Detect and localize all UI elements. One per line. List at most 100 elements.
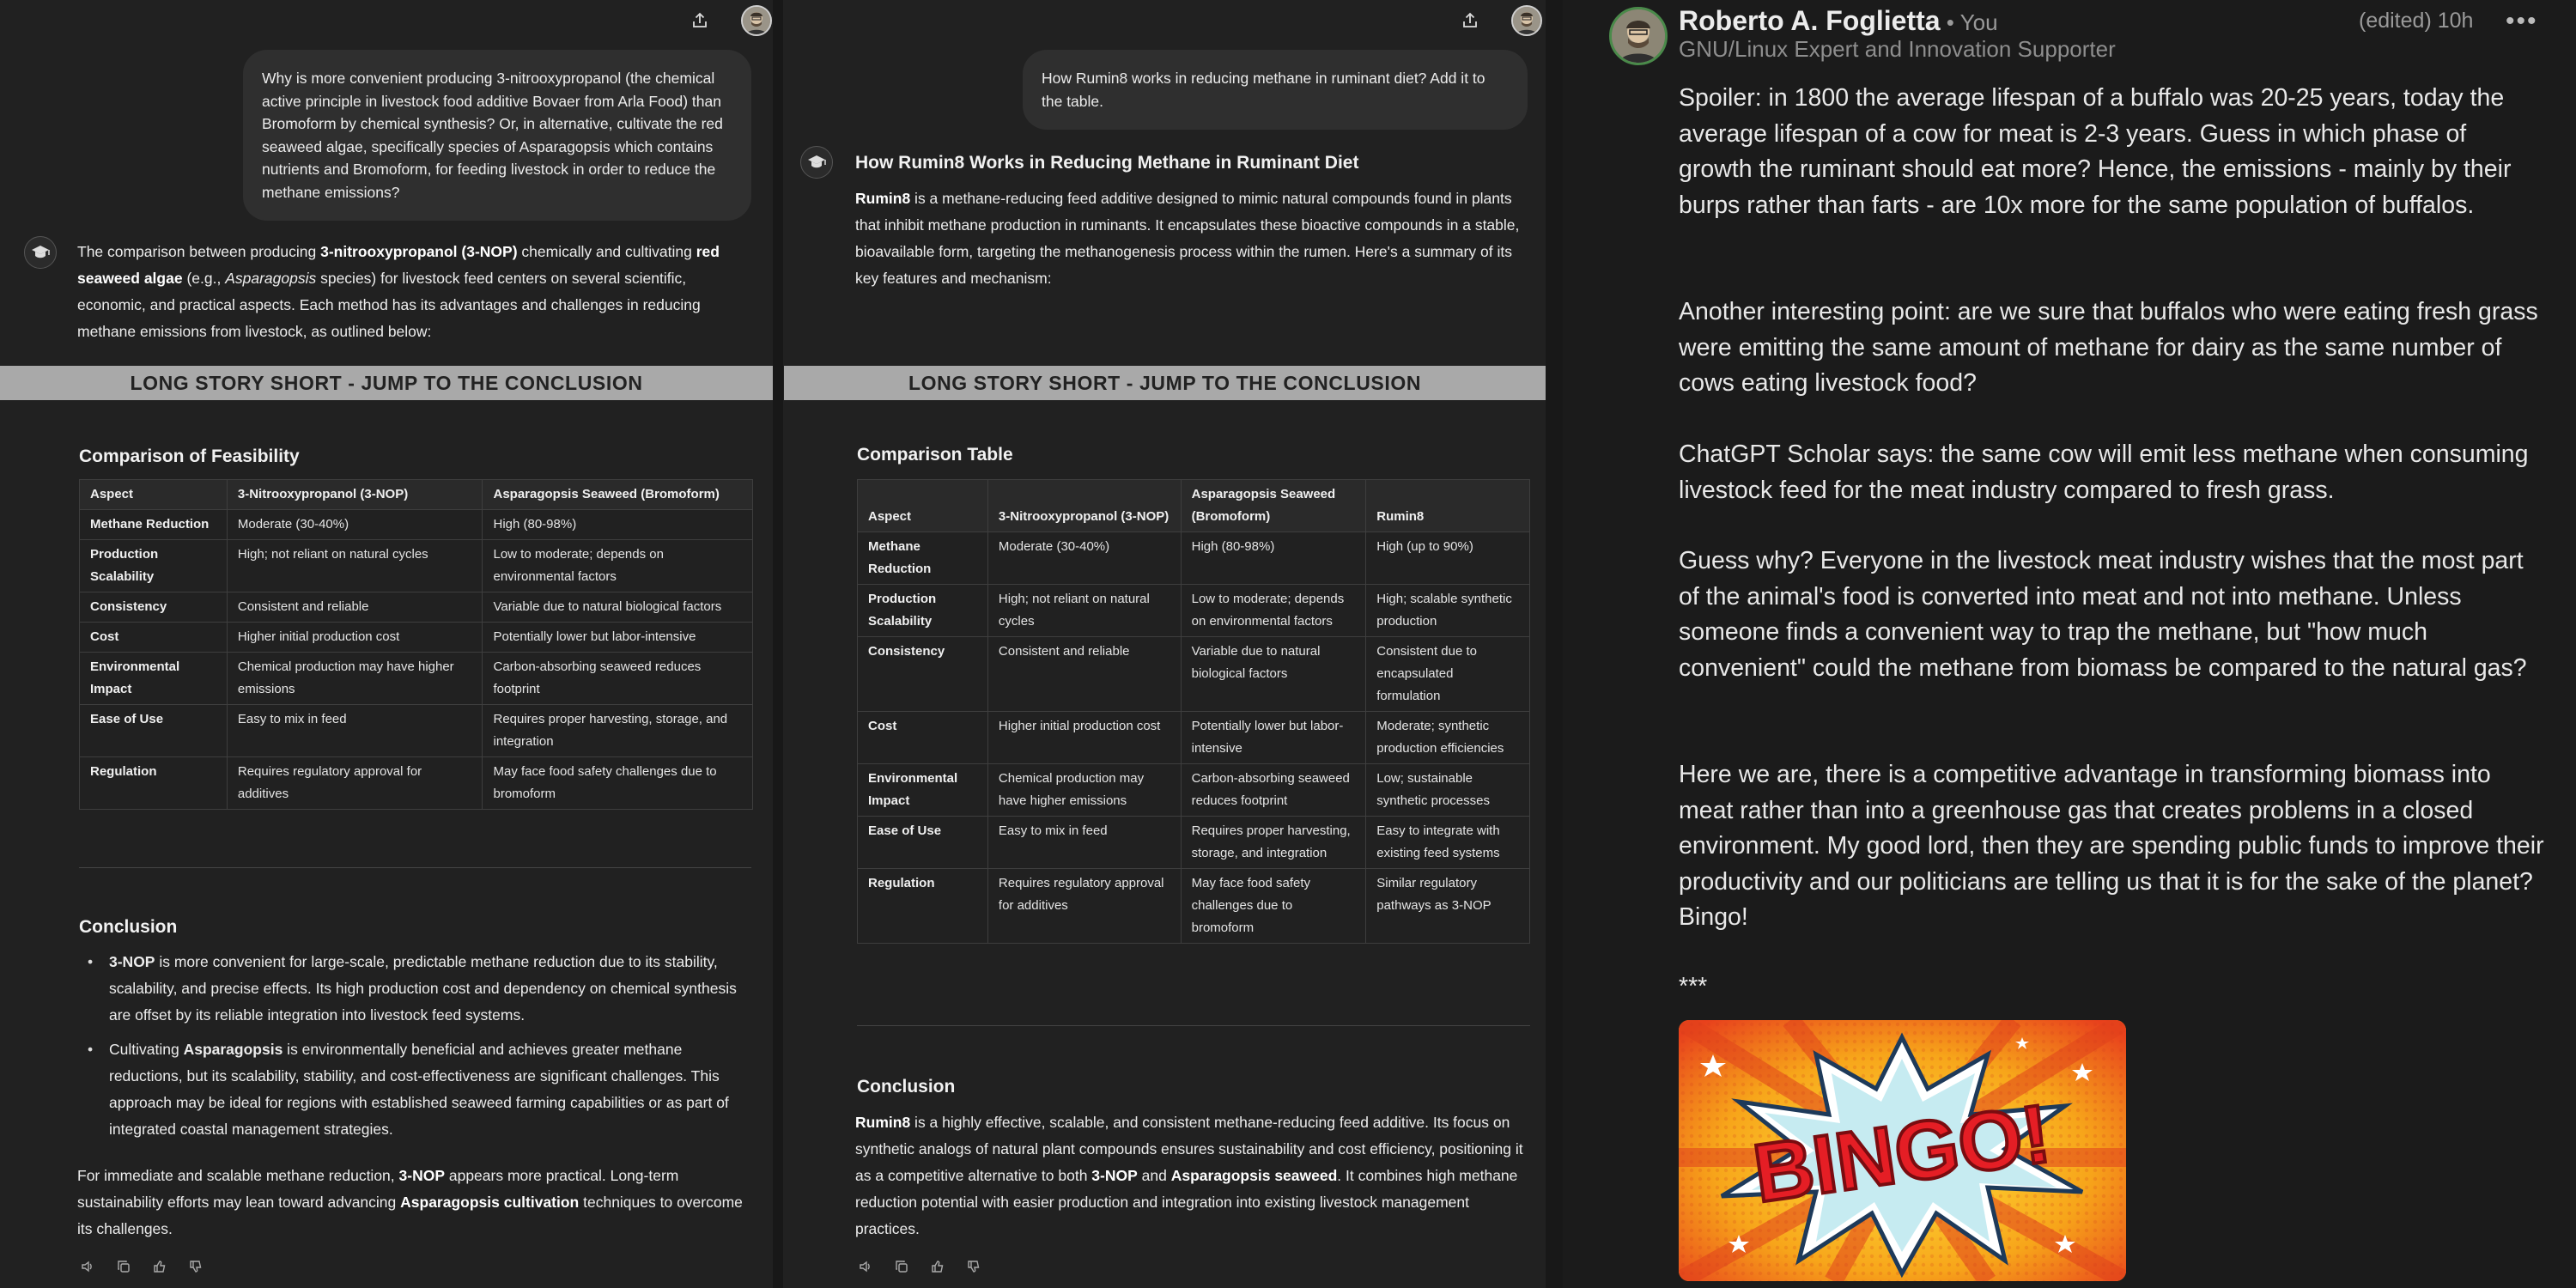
user-message: Why is more convenient producing 3-nitro… bbox=[243, 50, 751, 221]
table-row: Production Scalability High; not reliant … bbox=[79, 539, 753, 592]
table-cell: May face food safety challenges due to b… bbox=[1180, 868, 1367, 944]
row-aspect-cell: Consistency bbox=[857, 636, 988, 712]
conclusion-title: Conclusion bbox=[857, 1077, 956, 1097]
table-title: Comparison Table bbox=[857, 445, 1013, 465]
assistant-avatar-icon bbox=[800, 146, 833, 179]
speaker-icon[interactable] bbox=[855, 1256, 876, 1277]
user-avatar[interactable] bbox=[741, 5, 772, 36]
jump-to-conclusion-banner[interactable]: LONG STORY SHORT - JUMP TO THE CONCLUSIO… bbox=[784, 366, 1546, 400]
final-paragraph: For immediate and scalable methane reduc… bbox=[77, 1167, 743, 1237]
table-cell: Carbon-absorbing seaweed reduces footpri… bbox=[1180, 763, 1367, 817]
column-header: Rumin8 bbox=[1365, 479, 1530, 532]
share-icon[interactable] bbox=[1455, 5, 1485, 36]
table-cell: Easy to integrate with existing feed sys… bbox=[1365, 816, 1530, 869]
table-row: Cost Higher initial production cost Potent… bbox=[857, 711, 1530, 764]
row-aspect-cell: Methane Reduction bbox=[79, 509, 228, 540]
thumbs-down-icon[interactable] bbox=[963, 1256, 984, 1277]
speaker-icon[interactable] bbox=[77, 1256, 98, 1277]
column-header: Aspect bbox=[79, 479, 228, 510]
table-cell: Requires regulatory approval for additiv… bbox=[987, 868, 1182, 944]
message-actions bbox=[855, 1256, 984, 1277]
table-cell: Similar regulatory pathways as 3-NOP bbox=[1365, 868, 1530, 944]
pane-divider bbox=[773, 0, 783, 1288]
row-aspect-cell: Regulation bbox=[857, 868, 988, 944]
row-aspect-cell: Production Scalability bbox=[79, 539, 228, 592]
conclusion-title: Conclusion bbox=[79, 917, 178, 937]
share-icon[interactable] bbox=[684, 5, 715, 36]
divider bbox=[79, 867, 751, 868]
table-cell: Easy to mix in feed bbox=[226, 704, 483, 757]
jump-to-conclusion-banner[interactable]: LONG STORY SHORT - JUMP TO THE CONCLUSIO… bbox=[0, 366, 773, 400]
table-cell: High; not reliant on natural cycles bbox=[226, 539, 483, 592]
table-cell: Chemical production may have higher emis… bbox=[987, 763, 1182, 817]
copy-icon[interactable] bbox=[891, 1256, 912, 1277]
table-cell: High (up to 90%) bbox=[1365, 532, 1530, 585]
table-cell: Low to moderate; depends on environmenta… bbox=[482, 539, 753, 592]
table-cell: High; scalable synthetic production bbox=[1365, 584, 1530, 637]
table-cell: Moderate (30-40%) bbox=[226, 509, 483, 540]
table-cell: High (80-98%) bbox=[1180, 532, 1367, 585]
row-aspect-cell: Regulation bbox=[79, 756, 228, 810]
post-paragraph: Spoiler: in 1800 the average lifespan of… bbox=[1679, 84, 2512, 219]
copy-icon[interactable] bbox=[113, 1256, 134, 1277]
table-row: Methane Reduction Moderate (30-40%) High (… bbox=[857, 532, 1530, 585]
row-aspect-cell: Environmental Impact bbox=[857, 763, 988, 817]
table-cell: May face food safety challenges due to b… bbox=[482, 756, 753, 810]
divider bbox=[857, 1025, 1530, 1026]
table-cell: Higher initial production cost bbox=[987, 711, 1182, 764]
table-header-row: Aspect 3-Nitrooxypropanol (3-NOP) Asparago… bbox=[857, 479, 1530, 532]
table-row: Environmental Impact Chemical production … bbox=[857, 763, 1530, 817]
column-header: 3-Nitrooxypropanol (3-NOP) bbox=[987, 479, 1182, 532]
table-cell: Carbon-absorbing seaweed reduces footpri… bbox=[482, 652, 753, 705]
chat-toolbar bbox=[1455, 5, 1542, 36]
table-row: Environmental Impact Chemical production … bbox=[79, 652, 753, 705]
row-aspect-cell: Environmental Impact bbox=[79, 652, 228, 705]
thumbs-up-icon[interactable] bbox=[927, 1256, 948, 1277]
assistant-intro: The comparison between producing 3-nitro… bbox=[77, 243, 720, 340]
row-aspect-cell: Consistency bbox=[79, 592, 228, 623]
table-cell: Consistent due to encapsulated formulati… bbox=[1365, 636, 1530, 712]
conclusion-list: 3-NOP is more convenient for large-scale… bbox=[79, 949, 757, 1151]
comparison-table: Aspect 3-Nitrooxypropanol (3-NOP) Asparago… bbox=[79, 479, 753, 810]
list-item: 3-NOP is more convenient for large-scale… bbox=[79, 949, 757, 1029]
row-aspect-cell: Cost bbox=[79, 622, 228, 653]
table-header-row: Aspect 3-Nitrooxypropanol (3-NOP) Asparago… bbox=[79, 479, 753, 510]
thumbs-up-icon[interactable] bbox=[149, 1256, 170, 1277]
assistant-intro: Rumin8 is a methane-reducing feed additi… bbox=[855, 190, 1520, 287]
table-cell: Requires proper harvesting, storage, and… bbox=[482, 704, 753, 757]
more-options-icon[interactable]: ••• bbox=[2506, 7, 2538, 36]
post-paragraph: Guess why? Everyone in the livestock mea… bbox=[1679, 547, 2527, 682]
row-aspect-cell: Ease of Use bbox=[857, 816, 988, 869]
author-headline: GNU/Linux Expert and Innovation Supporte… bbox=[1679, 36, 2116, 62]
author-name[interactable]: Roberto A. Foglietta • You bbox=[1679, 5, 1998, 37]
column-header: Asparagopsis Seaweed (Bromoform) bbox=[482, 479, 753, 510]
conclusion-paragraph: Rumin8 is a highly effective, scalable, … bbox=[855, 1114, 1523, 1237]
table-row: Regulation Requires regulatory approval f… bbox=[79, 756, 753, 810]
table-cell: Low; sustainable synthetic processes bbox=[1365, 763, 1530, 817]
table-cell: Potentially lower but labor-intensive bbox=[1180, 711, 1367, 764]
bingo-image[interactable]: BINGO! bbox=[1679, 1020, 2126, 1281]
table-cell: Consistent and reliable bbox=[226, 592, 483, 623]
table-cell: Moderate; synthetic production efficienc… bbox=[1365, 711, 1530, 764]
thumbs-down-icon[interactable] bbox=[185, 1256, 206, 1277]
table-cell: High (80-98%) bbox=[482, 509, 753, 540]
post-paragraph: Here we are, there is a competitive adva… bbox=[1679, 761, 2544, 931]
list-item: Cultivating Asparagopsis is environmenta… bbox=[79, 1036, 757, 1143]
table-cell: Low to moderate; depends on environmenta… bbox=[1180, 584, 1367, 637]
table-cell: High; not reliant on natural cycles bbox=[987, 584, 1182, 637]
message-actions bbox=[77, 1256, 206, 1277]
left-chat-pane: Why is more convenient producing 3-nitro… bbox=[0, 0, 773, 1288]
middle-chat-pane: How Rumin8 works in reducing methane in … bbox=[783, 0, 1546, 1288]
post-paragraph: Another interesting point: are we sure t… bbox=[1679, 298, 2538, 397]
table-cell: Higher initial production cost bbox=[226, 622, 483, 653]
user-avatar[interactable] bbox=[1511, 5, 1542, 36]
table-cell: Consistent and reliable bbox=[987, 636, 1182, 712]
row-aspect-cell: Production Scalability bbox=[857, 584, 988, 637]
author-avatar[interactable] bbox=[1609, 7, 1668, 65]
row-aspect-cell: Ease of Use bbox=[79, 704, 228, 757]
column-header: Aspect bbox=[857, 479, 988, 532]
response-heading: How Rumin8 Works in Reducing Methane in … bbox=[855, 153, 1359, 173]
column-header: 3-Nitrooxypropanol (3-NOP) bbox=[226, 479, 483, 510]
table-row: Ease of Use Easy to mix in feed Requires p… bbox=[79, 704, 753, 757]
user-message: How Rumin8 works in reducing methane in … bbox=[1023, 50, 1528, 130]
